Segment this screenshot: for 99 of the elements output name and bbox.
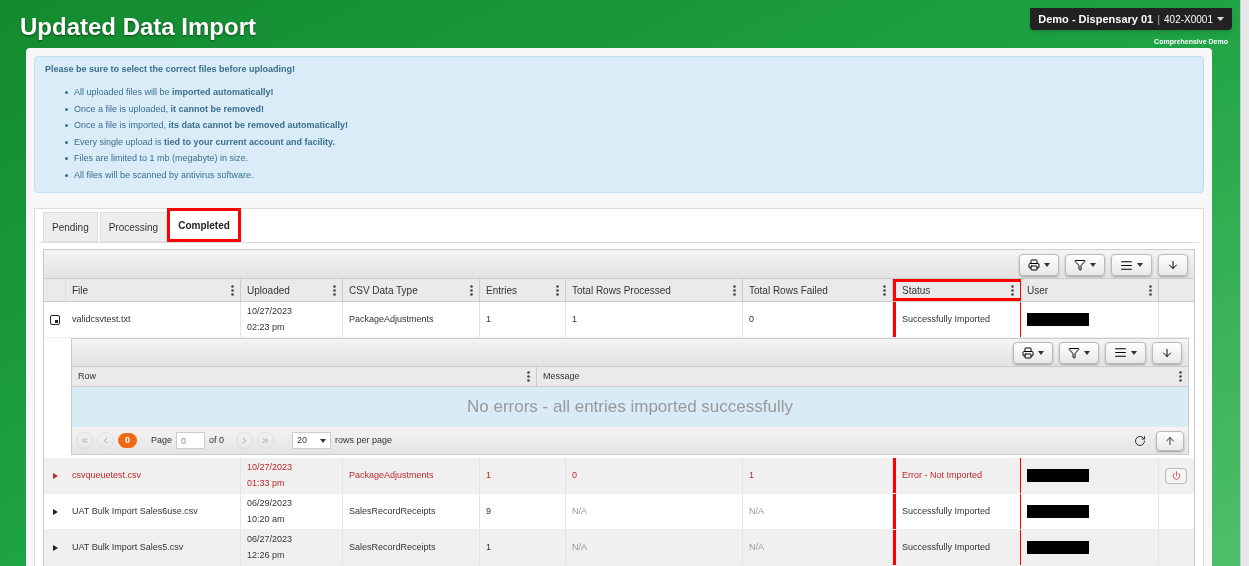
table-cell: 10/27/2023 01:33 pm xyxy=(241,458,343,493)
caret-icon xyxy=(320,438,327,443)
column-header[interactable]: Message xyxy=(537,367,1188,386)
column-header[interactable]: Status xyxy=(893,279,1021,301)
arrow-down-icon xyxy=(1161,346,1173,359)
table-cell: PackageAdjustments xyxy=(343,458,480,493)
tab[interactable]: Processing xyxy=(99,212,168,242)
caret-icon xyxy=(1131,350,1137,355)
table-cell: SalesRecordReceipts xyxy=(343,530,480,565)
bullet-icon xyxy=(65,107,68,111)
table-cell: N/A xyxy=(566,530,743,565)
table-cell: 06/29/2023 10:20 am xyxy=(241,494,343,529)
alert-item: All files will be scanned by antivirus software. xyxy=(74,168,254,182)
table-cell: UAT Bulk Import Sales6use.csv xyxy=(66,494,241,529)
column-menu-icon[interactable] xyxy=(1011,284,1014,296)
first-page-icon xyxy=(80,436,89,445)
alert-item: Every single upload is tied to your current account and facility. xyxy=(74,135,335,149)
column-menu-icon[interactable] xyxy=(733,284,736,296)
caret-icon xyxy=(1217,17,1224,21)
column-menu-icon[interactable] xyxy=(231,284,234,296)
page-size-select[interactable]: 20 xyxy=(292,432,332,449)
table-cell: PackageAdjustments xyxy=(343,302,480,337)
printer-icon xyxy=(1022,346,1034,359)
table-cell: 1 xyxy=(566,302,743,337)
table-cell: N/A xyxy=(743,530,893,565)
table-cell: 06/27/2023 12:26 pm xyxy=(241,530,343,565)
alert-heading: Please be sure to select the correct files before uploading! xyxy=(45,62,297,76)
table-cell: 10/27/2023 02:23 pm xyxy=(241,302,343,337)
alert-item: Files are limited to 1 mb (megabyte) in size. xyxy=(74,152,249,165)
page-title: Updated Data Import xyxy=(20,12,256,42)
export-button[interactable] xyxy=(1158,254,1188,276)
filter-icon xyxy=(1068,346,1080,359)
table-cell: SalesRecordReceipts xyxy=(343,494,480,529)
table-cell: 1 xyxy=(480,302,566,337)
upload-button[interactable] xyxy=(1156,430,1184,451)
column-menu-icon[interactable] xyxy=(1149,284,1152,296)
menu-icon xyxy=(1114,346,1127,359)
bullet-icon xyxy=(65,173,68,177)
bullet-icon xyxy=(65,157,68,161)
expand-toggle[interactable] xyxy=(50,470,60,481)
table-cell: 1 xyxy=(480,530,566,565)
tab[interactable]: Completed xyxy=(169,210,239,240)
columns-menu-button[interactable] xyxy=(1111,254,1152,276)
page-label: Page xyxy=(151,433,173,447)
table-cell: csvqueuetest.csv xyxy=(66,458,241,493)
alert-item: Once a file is imported, its data cannot be removed automatically! xyxy=(74,119,349,132)
print-button[interactable] xyxy=(1019,254,1059,276)
alert-item: Once a file is uploaded, it cannot be removed! xyxy=(74,102,265,116)
last-page-icon xyxy=(261,436,271,445)
table-cell: 0 xyxy=(743,302,893,337)
arrow-down-icon xyxy=(1167,259,1179,271)
page-count: of 0 xyxy=(209,433,225,447)
alert-item: All uploaded files will be imported automatically! xyxy=(74,86,274,99)
bullet-icon xyxy=(65,91,68,95)
table-cell: 1 xyxy=(743,458,893,493)
refresh-icon xyxy=(1134,434,1146,447)
filter-button[interactable] xyxy=(1059,341,1099,364)
caret-icon xyxy=(1090,263,1096,267)
table-cell: 9 xyxy=(480,494,566,529)
page-size-label: rows per page xyxy=(335,433,393,447)
caret-icon xyxy=(1044,263,1050,267)
columns-menu-button[interactable] xyxy=(1105,341,1146,364)
menu-icon xyxy=(1120,258,1133,272)
tab[interactable]: Pending xyxy=(43,212,98,242)
table-cell: validcsvtest.txt xyxy=(66,302,241,337)
column-menu-icon[interactable] xyxy=(556,284,559,296)
table-cell: Successfully Imported xyxy=(893,530,1021,565)
table-cell: N/A xyxy=(566,494,743,529)
column-menu-icon[interactable] xyxy=(527,371,530,382)
previous-icon xyxy=(101,436,110,445)
caret-icon xyxy=(1084,350,1090,355)
collapse-toggle[interactable] xyxy=(50,314,60,325)
arrow-up-icon xyxy=(1164,434,1176,447)
table-cell: N/A xyxy=(743,494,893,529)
current-page-badge: 0 xyxy=(118,433,137,448)
bullet-icon xyxy=(65,124,68,128)
expand-toggle[interactable] xyxy=(50,542,60,553)
power-button[interactable] xyxy=(1165,467,1187,484)
export-button[interactable] xyxy=(1152,341,1182,364)
column-menu-icon[interactable] xyxy=(470,284,473,296)
empty-message: No errors - all entries imported successfully xyxy=(467,396,793,419)
column-menu-icon[interactable] xyxy=(883,284,886,296)
printer-icon xyxy=(1028,259,1040,271)
filter-icon xyxy=(1074,259,1086,271)
table-cell: 1 xyxy=(480,458,566,493)
column-header[interactable]: Row xyxy=(72,367,537,386)
bullet-icon xyxy=(65,140,68,144)
caret-icon xyxy=(1137,263,1143,267)
power-icon xyxy=(1171,471,1181,480)
column-menu-icon[interactable] xyxy=(333,284,336,296)
print-button[interactable] xyxy=(1013,341,1053,364)
caret-icon xyxy=(1038,350,1044,355)
table-cell: 0 xyxy=(566,458,743,493)
column-menu-icon[interactable] xyxy=(1179,371,1182,382)
filter-button[interactable] xyxy=(1065,254,1105,276)
account-selector[interactable]: Demo - Dispensary 01 | 402-X0001 xyxy=(1030,8,1232,30)
expand-toggle[interactable] xyxy=(50,506,60,517)
page-input[interactable]: 0 xyxy=(176,432,206,449)
table-cell: UAT Bulk Import Sales5.csv xyxy=(66,530,241,565)
